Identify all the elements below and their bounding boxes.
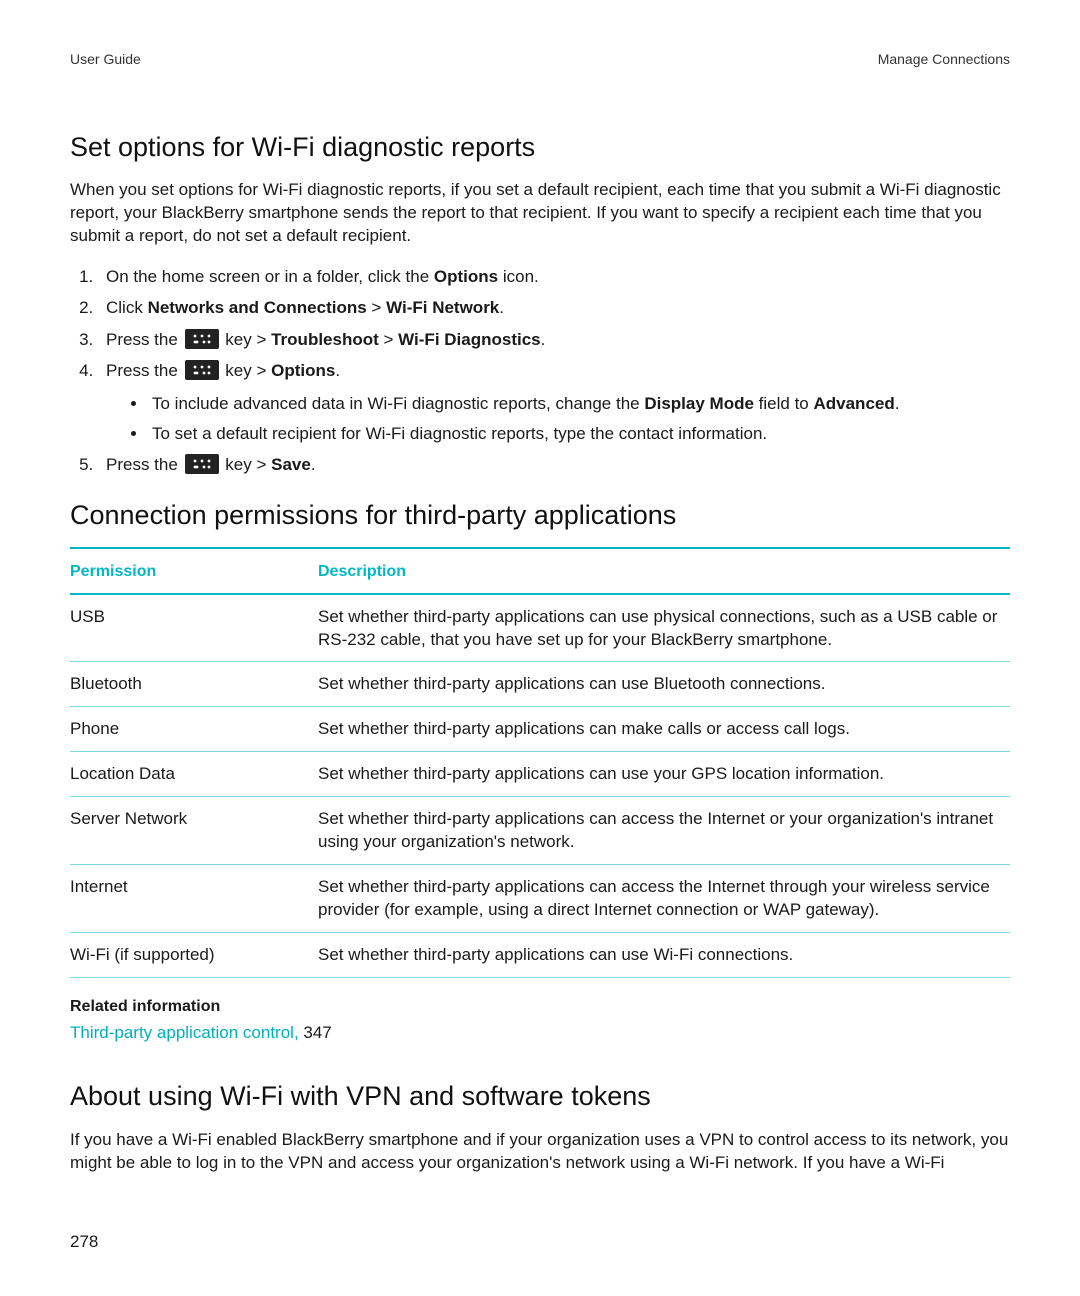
table-row: Phone Set whether third-party applicatio… xyxy=(70,707,1010,752)
sub-bullets: To include advanced data in Wi-Fi diagno… xyxy=(130,391,1010,448)
cell-permission: Bluetooth xyxy=(70,673,318,696)
heading-about-wifi-vpn: About using Wi-Fi with VPN and software … xyxy=(70,1078,1010,1114)
header-left: User Guide xyxy=(70,50,141,69)
step-1: On the home screen or in a folder, click… xyxy=(98,264,1010,290)
table-header-row: Permission Description xyxy=(70,549,1010,595)
table-row: Wi-Fi (if supported) Set whether third-p… xyxy=(70,933,1010,978)
table-row: Internet Set whether third-party applica… xyxy=(70,865,1010,933)
header-right: Manage Connections xyxy=(878,50,1010,69)
step-4: Press the key > Options. To include adva… xyxy=(98,358,1010,447)
cell-description: Set whether third-party applications can… xyxy=(318,808,1010,854)
table-row: USB Set whether third-party applications… xyxy=(70,595,1010,663)
cell-permission: Wi-Fi (if supported) xyxy=(70,944,318,967)
sub-bullet-2: To set a default recipient for Wi-Fi dia… xyxy=(148,421,1010,447)
page-header: User Guide Manage Connections xyxy=(70,50,1010,69)
table-row: Server Network Set whether third-party a… xyxy=(70,797,1010,865)
page-number: 278 xyxy=(70,1231,1010,1254)
cell-description: Set whether third-party applications can… xyxy=(318,876,1010,922)
cell-permission: Internet xyxy=(70,876,318,922)
blackberry-key-icon xyxy=(185,454,219,474)
cell-description: Set whether third-party applications can… xyxy=(318,944,1010,967)
related-link-page: 347 xyxy=(303,1023,331,1042)
col-header-permission: Permission xyxy=(70,561,318,583)
sub-bullet-1: To include advanced data in Wi-Fi diagno… xyxy=(148,391,1010,417)
related-info-heading: Related information xyxy=(70,996,1010,1018)
table-row: Location Data Set whether third-party ap… xyxy=(70,752,1010,797)
cell-permission: Phone xyxy=(70,718,318,741)
step-3: Press the key > Troubleshoot > Wi-Fi Dia… xyxy=(98,327,1010,353)
step-5: Press the key > Save. xyxy=(98,452,1010,478)
intro-paragraph: When you set options for Wi-Fi diagnosti… xyxy=(70,179,1010,248)
heading-set-options: Set options for Wi-Fi diagnostic reports xyxy=(70,129,1010,165)
cell-permission: Location Data xyxy=(70,763,318,786)
cell-description: Set whether third-party applications can… xyxy=(318,606,1010,652)
heading-connection-permissions: Connection permissions for third-party a… xyxy=(70,497,1010,533)
cell-description: Set whether third-party applications can… xyxy=(318,763,1010,786)
step-2: Click Networks and Connections > Wi-Fi N… xyxy=(98,295,1010,321)
col-header-description: Description xyxy=(318,561,1010,583)
section3-body: If you have a Wi-Fi enabled BlackBerry s… xyxy=(70,1129,1010,1175)
blackberry-key-icon xyxy=(185,329,219,349)
steps-list: On the home screen or in a folder, click… xyxy=(70,264,1010,478)
cell-description: Set whether third-party applications can… xyxy=(318,673,1010,696)
related-info-link-line: Third-party application control, 347 xyxy=(70,1022,1010,1045)
permissions-table: Permission Description USB Set whether t… xyxy=(70,547,1010,978)
blackberry-key-icon xyxy=(185,360,219,380)
cell-description: Set whether third-party applications can… xyxy=(318,718,1010,741)
table-row: Bluetooth Set whether third-party applic… xyxy=(70,662,1010,707)
related-link[interactable]: Third-party application control, xyxy=(70,1023,303,1042)
cell-permission: USB xyxy=(70,606,318,652)
cell-permission: Server Network xyxy=(70,808,318,854)
